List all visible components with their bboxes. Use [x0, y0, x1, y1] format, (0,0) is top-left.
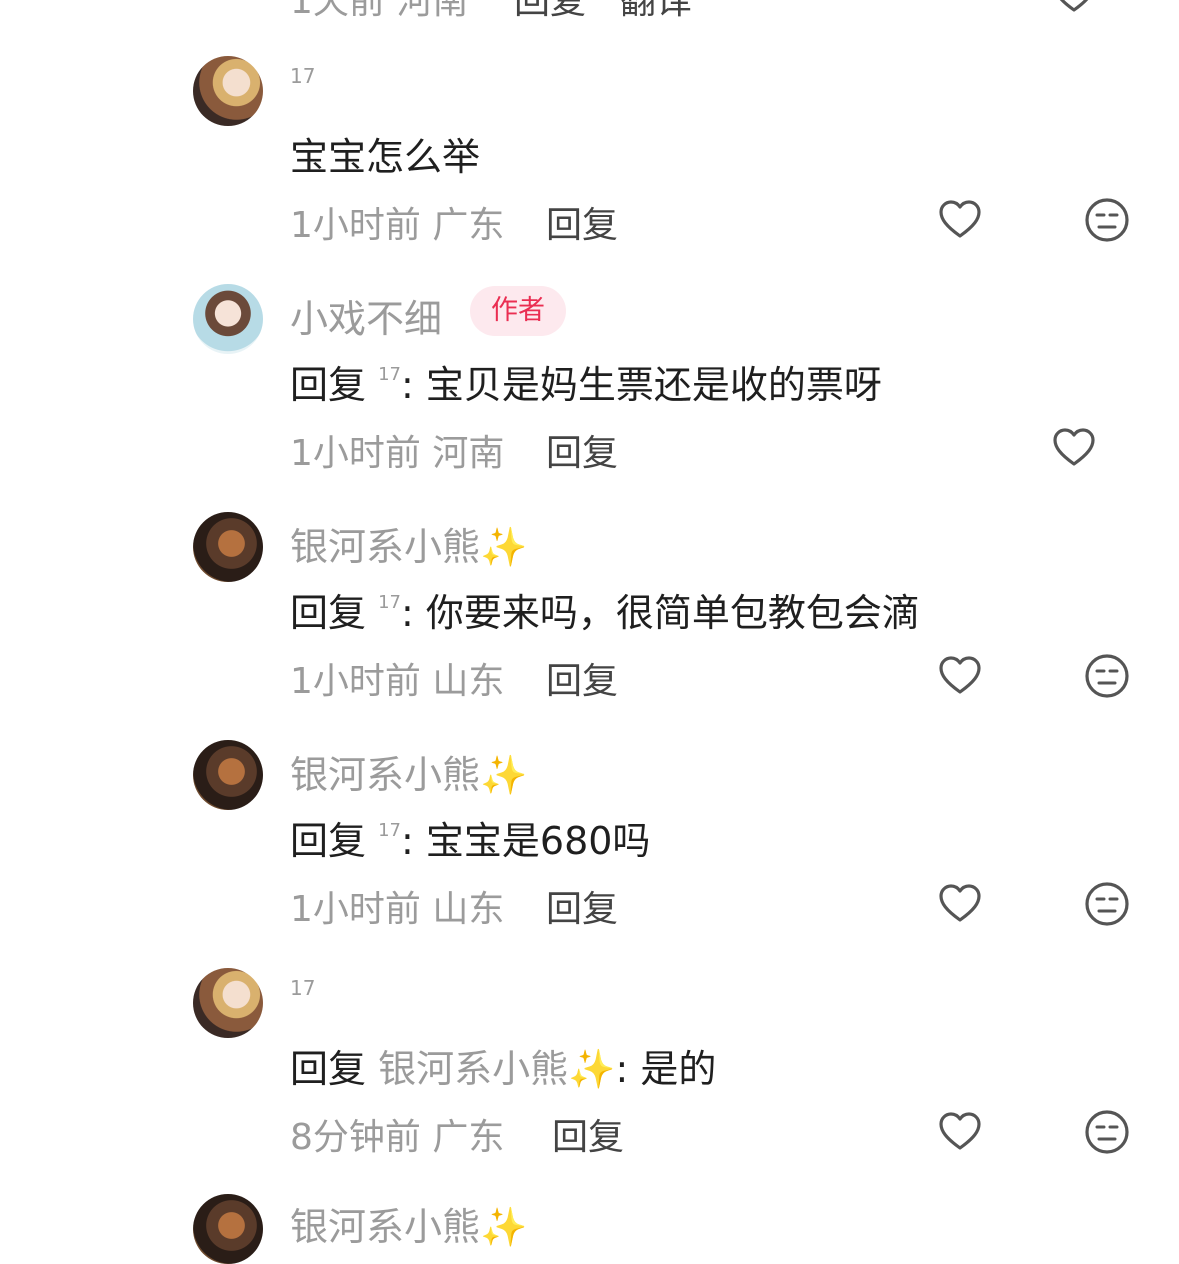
avatar[interactable] — [193, 284, 263, 354]
comment-text: 回复 银河系小熊✨: 是的 — [290, 1038, 716, 1093]
reply-to-user[interactable]: 银河系小熊✨ — [378, 1047, 615, 1091]
neutral-face-icon[interactable] — [1083, 652, 1131, 700]
avatar[interactable] — [193, 968, 263, 1038]
comment-author[interactable]: 银河系小熊✨ — [290, 1196, 527, 1251]
reply-body: : 宝宝是680吗 — [401, 819, 651, 863]
reply-button[interactable]: 回复 — [546, 652, 618, 704]
translate-button[interactable]: 翻译 — [620, 0, 692, 24]
neutral-face-icon[interactable] — [1083, 196, 1131, 244]
reply-body: : 你要来吗，很简单包教包会滴 — [401, 591, 920, 635]
reply-prefix: 回复 — [290, 819, 367, 863]
comment-meta: 1小时前 河南 — [290, 433, 505, 474]
comment-meta: 1小时前 广东 — [290, 205, 505, 246]
neutral-face-icon[interactable] — [1083, 880, 1131, 928]
reply-prefix: 回复 — [290, 1047, 367, 1091]
neutral-face-icon[interactable] — [1083, 1108, 1131, 1156]
comment-text: 回复 17: 宝宝是680吗 — [290, 810, 650, 865]
comment-author[interactable]: 银河系小熊✨ — [290, 744, 527, 799]
reply-button[interactable]: 回复 — [514, 0, 586, 24]
comment-text: 宝宝怎么举 — [290, 135, 481, 179]
comment-meta: 1天前 河南 — [290, 0, 469, 22]
comment-text: 回复 17: 宝贝是妈生票还是收的票呀 — [290, 354, 882, 409]
comment-author[interactable]: 银河系小熊✨ — [290, 516, 527, 571]
heart-icon[interactable] — [936, 652, 984, 700]
reply-to-user[interactable]: 17 — [378, 592, 401, 613]
reply-button[interactable]: 回复 — [546, 424, 618, 476]
reply-body: : 宝贝是妈生票还是收的票呀 — [401, 363, 882, 407]
author-badge: 作者 — [470, 286, 566, 336]
heart-icon[interactable] — [936, 1108, 984, 1156]
comment-author[interactable]: 小戏不细 — [290, 288, 442, 343]
avatar[interactable] — [193, 740, 263, 810]
reply-prefix: 回复 — [290, 363, 367, 407]
avatar[interactable] — [193, 56, 263, 126]
reply-button[interactable]: 回复 — [552, 1108, 624, 1160]
avatar[interactable] — [193, 512, 263, 582]
avatar[interactable] — [193, 1194, 263, 1264]
comment-meta: 8分钟前 广东 — [290, 1117, 505, 1158]
comment-meta: 1小时前 山东 — [290, 661, 505, 702]
reply-button[interactable]: 回复 — [546, 196, 618, 248]
comment-author[interactable]: 17 — [290, 64, 315, 88]
heart-icon[interactable] — [936, 880, 984, 928]
reply-to-user[interactable]: 17 — [378, 364, 401, 385]
heart-icon[interactable] — [936, 196, 984, 244]
reply-to-user[interactable]: 17 — [378, 820, 401, 841]
comment-meta: 1小时前 山东 — [290, 889, 505, 930]
heart-icon[interactable] — [1050, 424, 1098, 472]
comment-text: 回复 17: 你要来吗，很简单包教包会滴 — [290, 582, 920, 637]
comment-author[interactable]: 17 — [290, 976, 315, 1000]
heart-icon[interactable] — [1050, 0, 1098, 18]
reply-prefix: 回复 — [290, 591, 367, 635]
reply-body: : 是的 — [615, 1047, 717, 1091]
reply-button[interactable]: 回复 — [546, 880, 618, 932]
